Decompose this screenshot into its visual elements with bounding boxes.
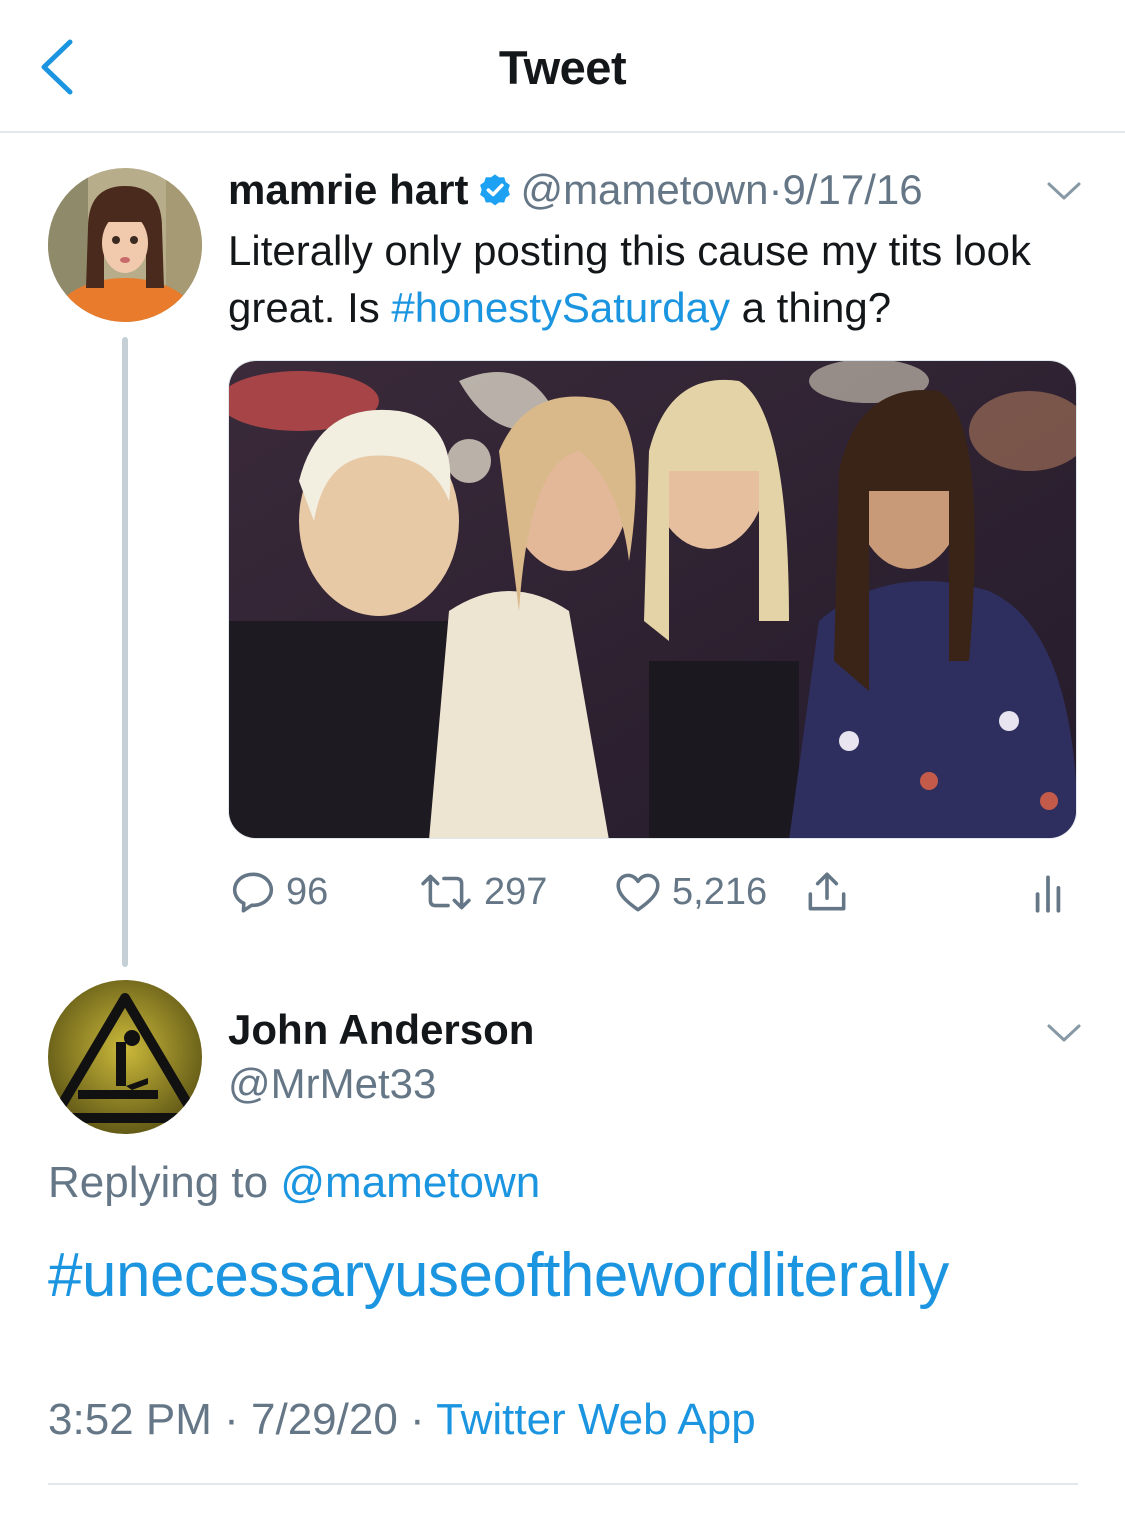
reply-author-name[interactable]: John Anderson <box>228 1006 534 1054</box>
author-handle[interactable]: @mametown <box>520 166 768 213</box>
separator-dot: · <box>768 166 783 213</box>
reply-author-handle[interactable]: @MrMet33 <box>228 1060 436 1108</box>
share-button[interactable] <box>802 862 852 922</box>
retweet-button[interactable]: 297 <box>416 862 547 922</box>
top-bar: Tweet <box>0 0 1125 133</box>
tweet-actions: 96 297 5,216 <box>228 862 1078 922</box>
chevron-down-icon[interactable] <box>1046 180 1082 202</box>
heart-icon <box>616 873 660 912</box>
retweet-count: 297 <box>484 870 548 913</box>
reply-button[interactable]: 96 <box>228 862 328 922</box>
page-title: Tweet <box>498 41 627 94</box>
tweet-photo[interactable] <box>228 360 1077 839</box>
reply-date: 7/29/20 <box>251 1395 398 1444</box>
tweet-date[interactable]: 9/17/16 <box>782 166 922 213</box>
analytics-icon <box>1035 875 1061 913</box>
share-icon <box>808 872 846 911</box>
avatar[interactable] <box>48 168 202 322</box>
author-name[interactable]: mamrie hart <box>228 166 468 213</box>
source-link[interactable]: Twitter Web App <box>436 1395 756 1444</box>
thread-line <box>122 337 128 967</box>
like-button[interactable]: 5,216 <box>612 862 767 922</box>
retweet-icon <box>421 874 471 910</box>
reply-time: 3:52 PM <box>48 1395 212 1444</box>
reply-icon <box>232 872 274 913</box>
replying-handle-link[interactable]: @mametown <box>280 1158 540 1207</box>
verified-badge-icon <box>480 174 511 206</box>
tweet-text-part: a thing? <box>729 284 892 331</box>
reply-text-hashtag[interactable]: #unecessaryuseofthewordliterally <box>48 1240 949 1311</box>
tweet-text: Literally only posting this cause my tit… <box>228 222 1078 336</box>
analytics-button[interactable] <box>1028 862 1068 922</box>
tweet-header: mamrie hart @mametown·9/17/16 <box>228 165 923 215</box>
replying-to: Replying to @mametown <box>48 1158 540 1208</box>
separator-dot: · <box>224 1395 239 1444</box>
replying-label: Replying to <box>48 1158 269 1207</box>
divider <box>48 1483 1078 1485</box>
like-count: 5,216 <box>672 870 768 913</box>
reply-meta: 3:52 PM · 7/29/20 · Twitter Web App <box>48 1395 756 1445</box>
reply-count: 96 <box>286 870 329 913</box>
chevron-down-icon[interactable] <box>1046 1022 1082 1044</box>
avatar[interactable] <box>48 980 202 1134</box>
separator-dot: · <box>410 1395 425 1444</box>
hashtag-link[interactable]: #honestySaturday <box>391 284 730 331</box>
